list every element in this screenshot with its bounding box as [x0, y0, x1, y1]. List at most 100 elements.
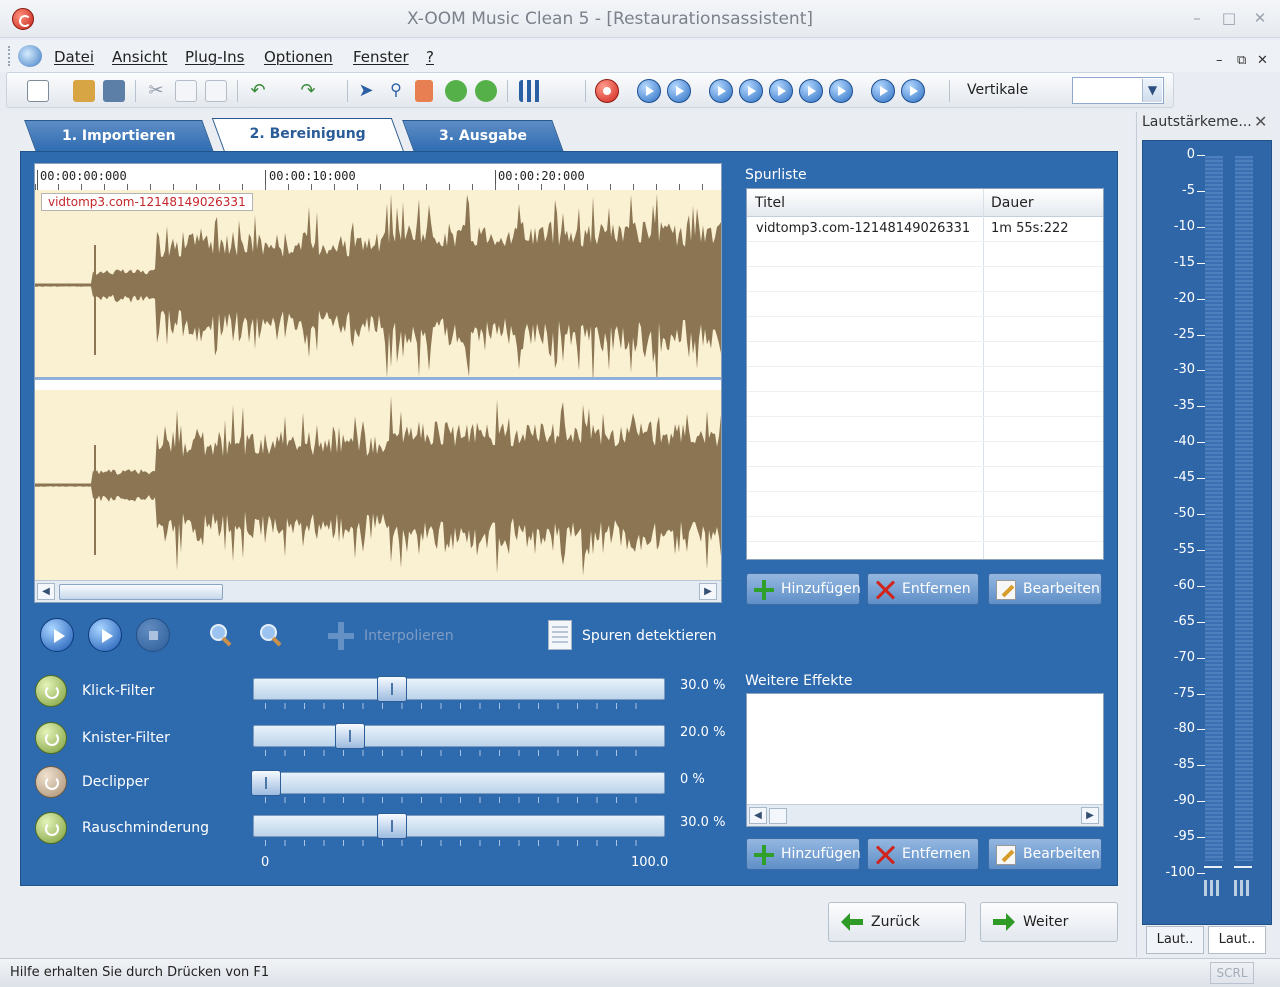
loop-icon[interactable]: [769, 79, 793, 103]
document-system-icon[interactable]: [18, 45, 42, 67]
back-button[interactable]: Zurück: [828, 902, 966, 942]
time-ruler[interactable]: 00:00:00:000 00:00:10:000 00:00:20:000: [35, 164, 721, 190]
vertikale-label: Vertikale: [967, 82, 1029, 98]
meter-tab[interactable]: Laut..: [1208, 926, 1266, 954]
play-button[interactable]: [40, 618, 74, 652]
rauschminderung-power-icon[interactable]: [35, 812, 67, 844]
declipper-power-icon[interactable]: [35, 766, 67, 798]
remove-track-button[interactable]: Entfernen: [867, 573, 979, 605]
slider-thumb[interactable]: [377, 813, 407, 839]
edit-track-button[interactable]: Bearbeiten: [988, 573, 1102, 605]
stop-icon[interactable]: [799, 79, 823, 103]
marker-tool-icon[interactable]: [415, 80, 433, 102]
minimize-icon[interactable]: –: [1186, 8, 1208, 28]
new-file-icon[interactable]: [27, 80, 49, 102]
waveform-editor[interactable]: 00:00:00:000 00:00:10:000 00:00:20:000 v…: [34, 163, 722, 603]
next-button[interactable]: Weiter: [980, 902, 1118, 942]
menu-datei[interactable]: Datei: [54, 48, 94, 66]
grip-handle[interactable]: [8, 46, 11, 66]
filter-label: Declipper: [82, 774, 150, 790]
column-header-title[interactable]: Titel: [755, 195, 785, 211]
redo-icon[interactable]: ↷: [297, 80, 319, 102]
meter-scale-tick: [1197, 729, 1205, 731]
tab-bereinigung[interactable]: 2. Bereinigung: [211, 118, 405, 152]
maximize-icon[interactable]: □: [1218, 8, 1240, 28]
meter-tab[interactable]: Laut..: [1146, 926, 1204, 954]
scroll-left-icon[interactable]: ◀: [37, 583, 55, 600]
menu-ansicht[interactable]: Ansicht: [112, 48, 167, 66]
table-row[interactable]: vidtomp3.com-12148149026331 1m 55s:222: [747, 217, 1103, 242]
tab-ausgabe[interactable]: 3. Ausgabe: [402, 120, 564, 152]
slider-thumb[interactable]: [335, 723, 365, 749]
forward-end-icon[interactable]: [901, 79, 925, 103]
knister-filter-slider[interactable]: [253, 725, 665, 747]
meter-scale-label: -80: [1173, 721, 1195, 737]
meter-scale-tick: [1197, 406, 1205, 408]
rewind-icon[interactable]: [667, 79, 691, 103]
zoom-tool-icon[interactable]: ⚲: [385, 80, 407, 102]
play-selection-icon[interactable]: [739, 79, 763, 103]
add-effect-button[interactable]: Hinzufügen: [746, 838, 861, 870]
menu-fenster[interactable]: Fenster: [353, 48, 409, 66]
detect-tracks-button-label[interactable]: Spuren detektieren: [582, 628, 717, 644]
file-tag: vidtomp3.com-12148149026331: [41, 193, 253, 211]
rauschminderung-slider[interactable]: [253, 815, 665, 837]
paste-icon[interactable]: [205, 80, 227, 102]
effects-list[interactable]: ◀ ▶: [746, 693, 1104, 827]
scroll-left-icon[interactable]: ◀: [749, 807, 767, 824]
track-list[interactable]: Titel Dauer vidtomp3.com-12148149026331 …: [746, 188, 1104, 560]
fast-forward-icon[interactable]: [871, 79, 895, 103]
mdi-minimize-icon[interactable]: –: [1216, 53, 1223, 68]
waveform-channel-left[interactable]: vidtomp3.com-12148149026331: [35, 190, 721, 380]
mdi-restore-icon[interactable]: ⧉: [1237, 53, 1246, 68]
cut-icon[interactable]: ✂: [145, 80, 167, 102]
menu-help[interactable]: ?: [426, 48, 434, 66]
column-header-duration[interactable]: Dauer: [991, 195, 1034, 211]
menu-plug-ins[interactable]: Plug-Ins: [185, 48, 244, 66]
track-list-title: Spurliste: [745, 167, 807, 183]
rewind-start-icon[interactable]: [637, 79, 661, 103]
klick-filter-slider[interactable]: [253, 678, 665, 700]
horizontal-scrollbar[interactable]: ◀ ▶: [35, 580, 721, 602]
declipper-slider[interactable]: [253, 772, 665, 794]
play-icon[interactable]: [709, 79, 733, 103]
close-icon[interactable]: ✕: [1254, 112, 1267, 131]
go-back-icon[interactable]: [445, 80, 467, 102]
slider-thumb[interactable]: [251, 770, 281, 796]
save-icon[interactable]: [103, 80, 125, 102]
horizontal-scrollbar[interactable]: ◀ ▶: [747, 804, 1103, 826]
slider-thumb[interactable]: [377, 676, 407, 702]
edit-effect-button[interactable]: Bearbeiten: [988, 838, 1102, 870]
chevron-down-icon[interactable]: ▼: [1142, 79, 1162, 102]
detect-tracks-icon[interactable]: [548, 620, 572, 650]
open-file-icon[interactable]: [73, 80, 95, 102]
zoom-in-icon[interactable]: [208, 622, 234, 648]
play-from-cursor-button[interactable]: [88, 618, 122, 652]
copy-icon[interactable]: [175, 80, 197, 102]
menu-optionen[interactable]: Optionen: [264, 48, 333, 66]
mdi-close-icon[interactable]: ✕: [1257, 53, 1268, 68]
interpolate-icon[interactable]: [328, 622, 354, 650]
go-forward-icon[interactable]: [475, 80, 497, 102]
interpolate-button-label[interactable]: Interpolieren: [364, 628, 454, 644]
scrollbar-thumb[interactable]: [769, 808, 787, 824]
klick-filter-power-icon[interactable]: [35, 675, 67, 707]
grid-view-icon[interactable]: [519, 80, 541, 102]
scrollbar-thumb[interactable]: [59, 584, 223, 600]
undo-icon[interactable]: ↶: [247, 80, 269, 102]
remove-effect-button[interactable]: Entfernen: [867, 838, 979, 870]
scroll-right-icon[interactable]: ▶: [1081, 807, 1099, 824]
scroll-right-icon[interactable]: ▶: [699, 583, 717, 600]
waveform-channel-right[interactable]: [35, 390, 721, 580]
record-icon[interactable]: [595, 79, 619, 103]
close-icon[interactable]: ✕: [1249, 8, 1271, 28]
meter-scale-tick: [1197, 478, 1205, 480]
zoom-out-icon[interactable]: [258, 622, 284, 648]
vertikale-select[interactable]: ▼: [1072, 77, 1164, 104]
pause-icon[interactable]: [829, 79, 853, 103]
tab-importieren[interactable]: 1. Importieren: [24, 120, 214, 152]
select-pointer-icon[interactable]: ➤: [355, 80, 377, 102]
add-track-button[interactable]: Hinzufügen: [746, 573, 861, 605]
stop-button[interactable]: [136, 618, 170, 652]
knister-filter-power-icon[interactable]: [35, 722, 67, 754]
